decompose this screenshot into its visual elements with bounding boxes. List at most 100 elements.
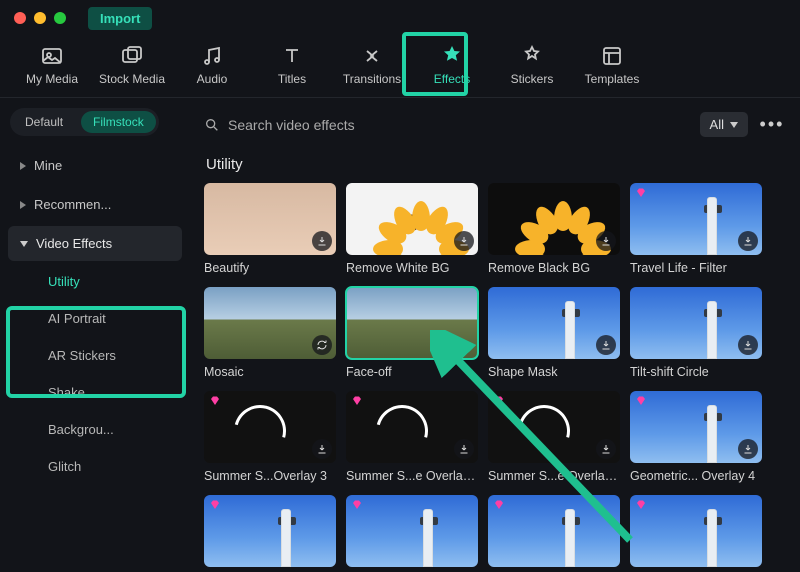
premium-diamond-icon xyxy=(209,499,221,511)
effect-card[interactable]: Summer S...e Overlay 2 xyxy=(346,391,478,483)
effects-grid: Beautify Remove White BG Remove Black BG Tr… xyxy=(204,183,786,572)
effect-label: Summer S...e Overlay 1 xyxy=(488,469,620,483)
search-placeholder: Search video effects xyxy=(228,117,355,133)
effect-card[interactable]: Travel Life - Filter xyxy=(630,183,762,275)
sidebar-sub-ai-portrait[interactable]: AI Portrait xyxy=(8,301,182,336)
effect-thumb[interactable] xyxy=(630,287,762,359)
nav-label: Templates xyxy=(585,72,640,86)
titles-icon xyxy=(280,44,304,68)
effect-thumb[interactable] xyxy=(488,183,620,255)
nav-label: Transitions xyxy=(343,72,401,86)
download-icon[interactable] xyxy=(312,231,332,251)
sidebar-sub-background[interactable]: Backgrou... xyxy=(8,412,182,447)
stock-media-icon xyxy=(120,44,144,68)
nav-templates[interactable]: Templates xyxy=(578,42,646,92)
stickers-icon xyxy=(520,44,544,68)
download-icon[interactable] xyxy=(596,439,616,459)
sidebar-sub-glitch[interactable]: Glitch xyxy=(8,449,182,484)
effect-label: Geometric... Overlay 4 xyxy=(630,469,762,483)
sidebar-sub-shake[interactable]: Shake xyxy=(8,375,182,410)
filter-label: All xyxy=(710,117,724,132)
effect-card[interactable]: Remove Black BG xyxy=(488,183,620,275)
sidebar-item-recommend[interactable]: Recommen... xyxy=(8,187,182,222)
chevron-down-icon xyxy=(20,241,28,247)
more-menu-button[interactable]: ••• xyxy=(758,114,786,135)
import-button[interactable]: Import xyxy=(88,7,152,30)
effect-thumb[interactable] xyxy=(630,183,762,255)
download-icon[interactable] xyxy=(596,335,616,355)
nav-effects[interactable]: Effects xyxy=(418,42,486,92)
nav-my-media[interactable]: My Media xyxy=(18,42,86,92)
premium-diamond-icon xyxy=(351,499,363,511)
effect-card[interactable] xyxy=(488,495,620,572)
effect-thumb[interactable] xyxy=(204,183,336,255)
transitions-icon xyxy=(360,44,384,68)
effect-thumb[interactable] xyxy=(204,287,336,359)
effect-card[interactable]: Summer S...Overlay 3 xyxy=(204,391,336,483)
premium-diamond-icon xyxy=(351,395,363,407)
effect-label: Tilt-shift Circle xyxy=(630,365,762,379)
effect-thumb[interactable] xyxy=(630,391,762,463)
effect-thumb[interactable] xyxy=(346,287,478,359)
nav-label: Effects xyxy=(434,72,470,86)
sidebar-item-label: Mine xyxy=(34,158,62,173)
filter-dropdown[interactable]: All xyxy=(700,112,748,137)
effect-thumb[interactable] xyxy=(204,391,336,463)
effect-thumb[interactable] xyxy=(488,495,620,567)
sidebar-sub-ar-stickers[interactable]: AR Stickers xyxy=(8,338,182,373)
effect-card[interactable] xyxy=(630,495,762,572)
effect-thumb[interactable] xyxy=(488,391,620,463)
effect-card[interactable]: Shape Mask xyxy=(488,287,620,379)
search-icon xyxy=(204,117,220,133)
download-icon[interactable] xyxy=(738,335,758,355)
pill-filmstock[interactable]: Filmstock xyxy=(81,111,156,133)
sidebar-sub-utility[interactable]: Utility xyxy=(8,264,182,299)
top-nav: My Media Stock Media Audio Titles Transi… xyxy=(0,36,800,98)
nav-stock-media[interactable]: Stock Media xyxy=(98,42,166,92)
effect-card[interactable]: Tilt-shift Circle xyxy=(630,287,762,379)
download-icon[interactable] xyxy=(738,439,758,459)
sidebar-item-video-effects[interactable]: Video Effects xyxy=(8,226,182,261)
effect-label: Remove White BG xyxy=(346,261,478,275)
media-icon xyxy=(40,44,64,68)
effect-card[interactable]: Beautify xyxy=(204,183,336,275)
effect-card[interactable]: Summer S...e Overlay 1 xyxy=(488,391,620,483)
effect-thumb[interactable] xyxy=(346,495,478,567)
effect-card[interactable]: Geometric... Overlay 4 xyxy=(630,391,762,483)
download-icon[interactable] xyxy=(312,439,332,459)
window-close-dot[interactable] xyxy=(14,12,26,24)
effect-card[interactable]: Face-off xyxy=(346,287,478,379)
effect-label: Summer S...Overlay 3 xyxy=(204,469,336,483)
effect-card[interactable]: Mosaic xyxy=(204,287,336,379)
nav-audio[interactable]: Audio xyxy=(178,42,246,92)
window-max-dot[interactable] xyxy=(54,12,66,24)
effect-card[interactable] xyxy=(346,495,478,572)
effect-label: Shape Mask xyxy=(488,365,620,379)
effect-card[interactable]: Remove White BG xyxy=(346,183,478,275)
nav-stickers[interactable]: Stickers xyxy=(498,42,566,92)
effect-thumb[interactable] xyxy=(488,287,620,359)
premium-diamond-icon xyxy=(635,499,647,511)
download-icon[interactable] xyxy=(454,231,474,251)
effect-thumb[interactable] xyxy=(346,391,478,463)
window-min-dot[interactable] xyxy=(34,12,46,24)
download-icon[interactable] xyxy=(738,231,758,251)
premium-diamond-icon xyxy=(493,395,505,407)
search-input[interactable]: Search video effects xyxy=(204,117,690,133)
effect-label: Beautify xyxy=(204,261,336,275)
nav-label: Titles xyxy=(278,72,306,86)
refresh-icon[interactable] xyxy=(312,335,332,355)
effect-thumb[interactable] xyxy=(204,495,336,567)
sidebar: Default Filmstock Mine Recommen... Video… xyxy=(0,98,190,572)
download-icon[interactable] xyxy=(454,439,474,459)
effect-label: Travel Life - Filter xyxy=(630,261,762,275)
effect-thumb[interactable] xyxy=(630,495,762,567)
effect-thumb[interactable] xyxy=(346,183,478,255)
effect-card[interactable] xyxy=(204,495,336,572)
sidebar-item-mine[interactable]: Mine xyxy=(8,148,182,183)
nav-titles[interactable]: Titles xyxy=(258,42,326,92)
download-icon[interactable] xyxy=(596,231,616,251)
effect-label: Face-off xyxy=(346,365,478,379)
nav-transitions[interactable]: Transitions xyxy=(338,42,406,92)
pill-default[interactable]: Default xyxy=(13,111,75,133)
